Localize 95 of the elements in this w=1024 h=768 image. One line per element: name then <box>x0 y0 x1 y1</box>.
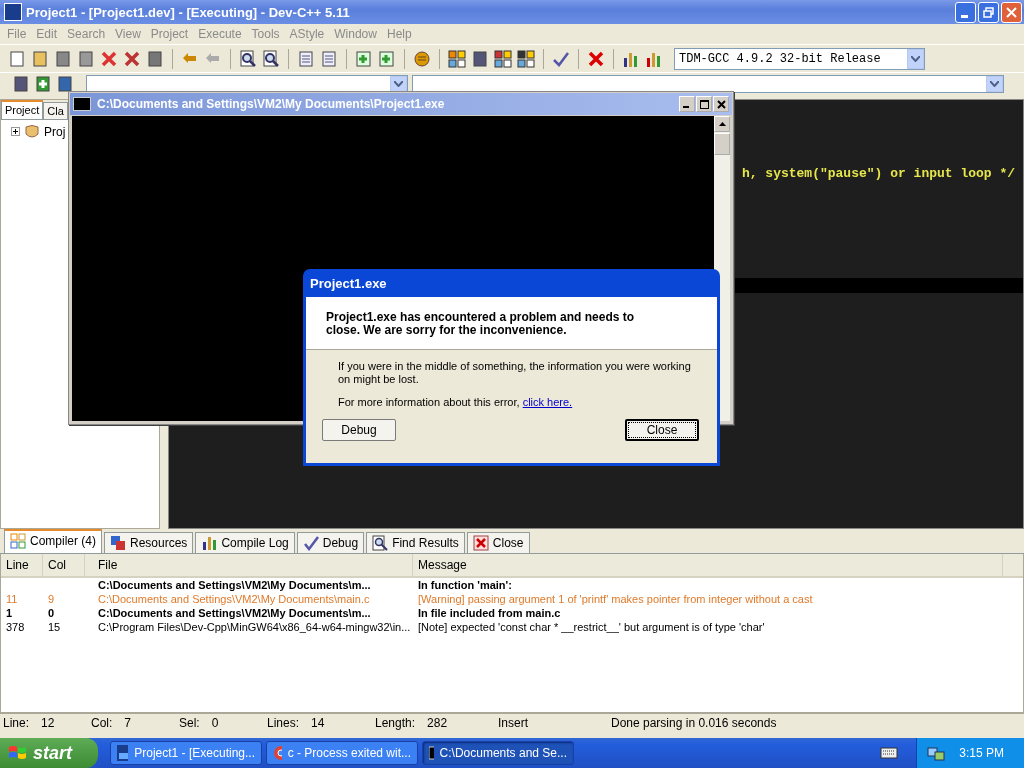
new-file-icon[interactable] <box>8 49 26 68</box>
output-tab[interactable]: Resources <box>104 532 194 553</box>
taskbar-button[interactable]: C:\Documents and Se... <box>422 741 574 765</box>
debug-button[interactable]: Debug <box>322 419 396 441</box>
status-label: Line: <box>3 716 30 730</box>
close-all-icon[interactable] <box>123 49 141 68</box>
bar-chart-icon <box>201 535 218 551</box>
find-icon <box>372 535 389 551</box>
message-row[interactable]: 1 0 C:\Documents and Settings\VM2\My Documents\m... In file included from main.c <box>1 606 1023 620</box>
status-label: Lines: <box>267 716 300 730</box>
close-button[interactable]: Close <box>625 419 699 441</box>
status-label: Sel: <box>179 716 200 730</box>
restore-button[interactable] <box>978 1 999 23</box>
column-header[interactable]: Col <box>43 554 85 576</box>
close-icon <box>716 99 726 109</box>
maximize-icon <box>699 99 709 109</box>
restore-icon <box>983 6 994 18</box>
status-label: Col: <box>91 716 113 730</box>
error-message: Project1.exe has encountered a problem and needs to close. We are sorry for the inconvenience. <box>326 311 636 337</box>
column-header[interactable]: File <box>93 554 413 576</box>
info-text: For more information about this error, <box>338 396 520 408</box>
column-number: 15 <box>48 621 61 633</box>
minimize-icon <box>683 106 689 108</box>
status-value: 14 <box>311 716 325 730</box>
compiler-dropdown[interactable]: TDM-GCC 4.9.2 32-bit Release <box>674 47 925 70</box>
message-text: [Note] expected 'const char * __restrict__' but argument is of type 'char' <box>418 621 765 633</box>
file-path: C:\Documents and Settings\VM2\My Documents\m... <box>98 607 371 619</box>
close-icon <box>472 535 489 551</box>
browser-icon <box>273 745 282 761</box>
console-icon <box>73 97 91 111</box>
check-icon <box>302 535 319 551</box>
close-icon <box>1006 6 1017 18</box>
file-path: C:\Program Files\Dev-Cpp\MinGW64\x86_64-w64-mingw32\in... <box>98 621 411 633</box>
grid-icon[interactable] <box>448 49 466 68</box>
output-tab[interactable]: Find Results <box>366 532 465 553</box>
windows-logo-icon <box>8 744 28 762</box>
output-tab[interactable]: Compile Log <box>195 532 295 553</box>
taskbar-button[interactable]: Project1 - [Executing... <box>110 741 262 765</box>
clock: 3:15 PM <box>959 746 1004 760</box>
file-path: C:\Documents and Settings\VM2\My Documents\main.c <box>98 593 370 605</box>
taskbar-button[interactable]: c - Process exited wit... <box>266 741 418 765</box>
window-title: C:\Documents and Settings\VM2\My Documents\Project1.exe <box>97 97 446 111</box>
app-icon <box>4 3 22 21</box>
up-arrow-icon <box>718 122 726 126</box>
line-number: 378 <box>6 621 25 633</box>
status-value: 0 <box>211 716 219 730</box>
maximize-button[interactable] <box>696 96 712 112</box>
close-button[interactable] <box>713 96 729 112</box>
close-file-icon[interactable] <box>100 49 118 68</box>
output-tab[interactable]: Close <box>466 532 530 553</box>
scrollbar-thumb[interactable] <box>714 133 730 155</box>
status-value: Insert <box>498 716 528 730</box>
expand-icon[interactable] <box>11 125 20 139</box>
stop-icon[interactable] <box>587 49 605 68</box>
message-row[interactable]: 378 15 C:\Program Files\Dev-Cpp\MinGW64\x86_64-w64-mingw32\in... [Note] expected 'const char * __restrict__' but argument is of type 'char' <box>1 620 1023 634</box>
file-path: C:\Documents and Settings\VM2\My Documents\m... <box>98 579 371 591</box>
minimize-button[interactable] <box>679 96 695 112</box>
panel-tab[interactable]: Project <box>1 100 44 119</box>
output-tab[interactable]: Debug <box>296 532 365 553</box>
window-title: Project1 - [Project1.dev] - [Executing] - Dev-C++ 5.11 <box>26 4 351 20</box>
message-text: [Warning] passing argument 1 of 'printf' makes pointer from integer without a cast <box>418 593 813 605</box>
column-header[interactable]: Message <box>413 554 1003 576</box>
dialog-title: Project1.exe <box>310 275 387 291</box>
colored-grid-icon[interactable] <box>494 49 512 68</box>
status-value: Done parsing in 0.016 seconds <box>611 716 777 730</box>
line-number: 1 <box>6 607 13 619</box>
column-number: 9 <box>48 593 55 605</box>
console-icon <box>429 745 434 761</box>
status-value: 282 <box>427 716 448 730</box>
status-value: 12 <box>41 716 55 730</box>
code-line: h, system("pause") or input loop */ <box>741 166 1015 181</box>
replace-icon[interactable] <box>262 49 280 68</box>
add-file-icon[interactable] <box>355 49 373 68</box>
minimize-icon <box>960 14 968 18</box>
keyboard-icon[interactable] <box>880 746 899 760</box>
grid-icon <box>10 533 26 549</box>
find-icon[interactable] <box>239 49 257 68</box>
network-icon[interactable] <box>927 745 946 761</box>
tiles-icon[interactable] <box>517 49 535 68</box>
column-number: 0 <box>48 607 55 619</box>
click-here-link[interactable]: click here. <box>522 396 573 408</box>
output-tab[interactable]: Compiler (4) <box>4 529 102 553</box>
message-text: In file included from main.c <box>418 607 561 619</box>
project-icon <box>24 124 40 140</box>
panel-tab[interactable]: Cla <box>43 102 68 119</box>
info-text: If you were in the middle of something, the information you were working on might be lost. <box>338 360 692 386</box>
column-header[interactable]: Line <box>1 554 43 576</box>
app-icon <box>117 745 129 761</box>
status-value: 7 <box>124 716 132 730</box>
message-row[interactable]: C:\Documents and Settings\VM2\My Documents\m... In function 'main': <box>1 578 1023 592</box>
add-icon[interactable] <box>34 75 52 93</box>
message-text: In function 'main': <box>418 579 512 591</box>
line-number: 11 <box>6 593 18 605</box>
tree-item[interactable]: Proj <box>44 125 66 139</box>
status-label: Length: <box>375 716 416 730</box>
